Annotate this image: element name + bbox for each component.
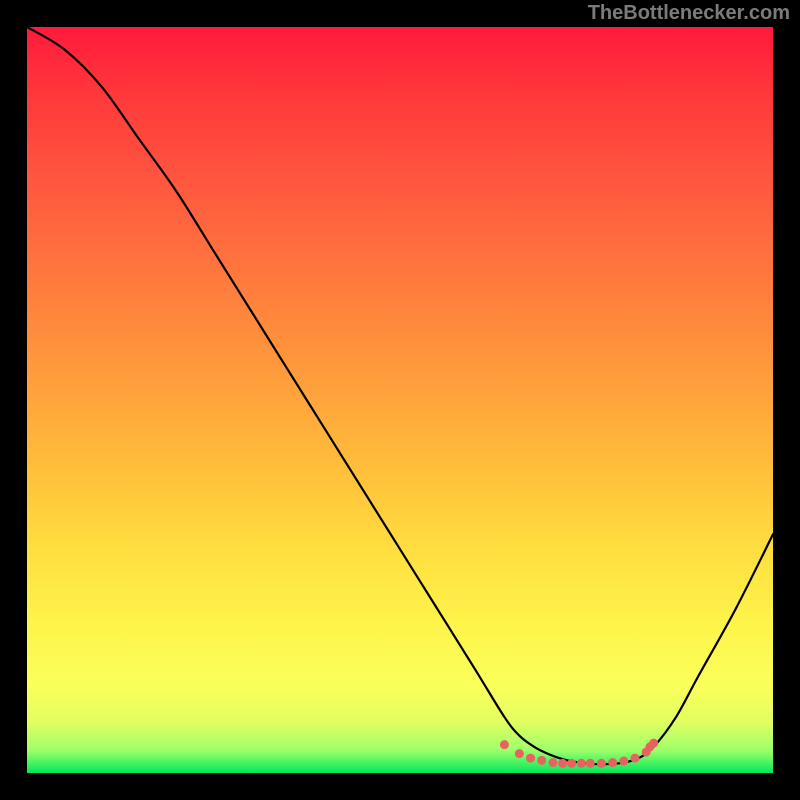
marker-dot	[500, 740, 509, 749]
marker-dot	[548, 758, 557, 767]
marker-dot	[586, 759, 595, 768]
marker-dot	[515, 749, 524, 758]
marker-dot	[608, 758, 617, 767]
marker-dot	[649, 739, 658, 748]
marker-dots	[500, 739, 658, 768]
attribution-text: TheBottlenecker.com	[588, 2, 790, 25]
chart-overlay	[27, 27, 773, 773]
marker-dot	[597, 759, 606, 768]
marker-dot	[567, 759, 576, 768]
curve-line	[27, 27, 773, 764]
marker-dot	[537, 756, 546, 765]
chart-area	[27, 27, 773, 773]
marker-dot	[630, 754, 639, 763]
marker-dot	[526, 754, 535, 763]
marker-dot	[619, 757, 628, 766]
marker-dot	[558, 759, 567, 768]
marker-dot	[577, 759, 586, 768]
